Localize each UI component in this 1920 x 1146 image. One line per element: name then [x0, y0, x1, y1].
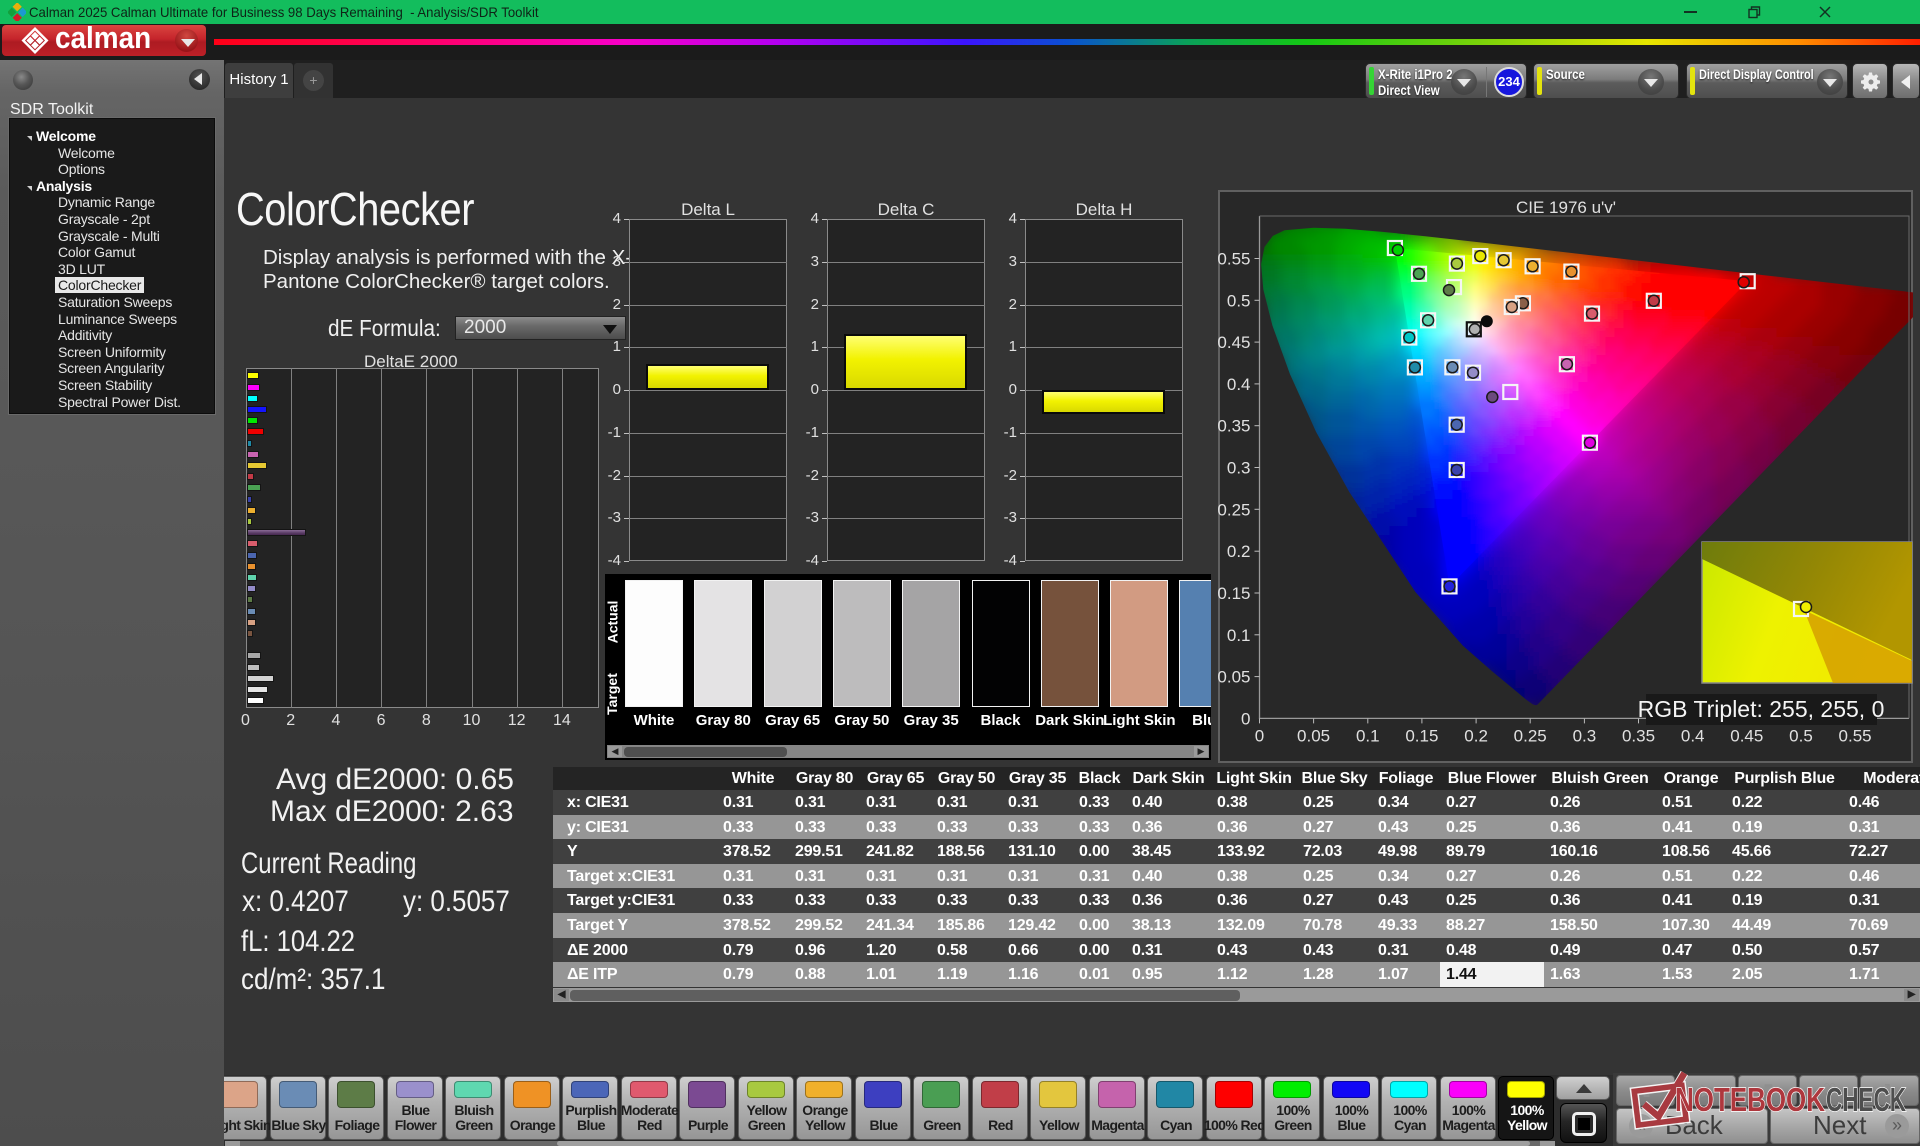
svg-text:0.55: 0.55	[1839, 726, 1872, 745]
svg-text:0: 0	[1255, 726, 1264, 745]
svg-text:0.05: 0.05	[1218, 668, 1251, 687]
svg-text:0.3: 0.3	[1573, 726, 1597, 745]
svg-text:0.35: 0.35	[1218, 417, 1251, 436]
svg-text:NOTEBOOK: NOTEBOOK	[1675, 1081, 1825, 1118]
svg-text:0.15: 0.15	[1405, 726, 1438, 745]
svg-text:0.5: 0.5	[1789, 726, 1813, 745]
svg-text:0.2: 0.2	[1227, 542, 1251, 561]
svg-text:0.35: 0.35	[1622, 726, 1655, 745]
svg-text:0.3: 0.3	[1227, 459, 1251, 478]
svg-text:0.5: 0.5	[1227, 291, 1251, 310]
svg-text:0.4: 0.4	[1681, 726, 1705, 745]
svg-text:0.55: 0.55	[1218, 250, 1251, 269]
svg-text:0.1: 0.1	[1227, 626, 1251, 645]
svg-text:0.45: 0.45	[1730, 726, 1763, 745]
svg-text:0.05: 0.05	[1297, 726, 1330, 745]
svg-text:0.4: 0.4	[1227, 375, 1251, 394]
svg-text:0.1: 0.1	[1356, 726, 1380, 745]
svg-text:CIE 1976 u'v': CIE 1976 u'v'	[1516, 198, 1616, 217]
svg-text:0.15: 0.15	[1218, 584, 1251, 603]
svg-text:RGB Triplet: 255, 255, 0: RGB Triplet: 255, 255, 0	[1638, 696, 1885, 722]
svg-text:0.2: 0.2	[1464, 726, 1488, 745]
svg-text:0.25: 0.25	[1514, 726, 1547, 745]
svg-text:CHECK: CHECK	[1826, 1081, 1906, 1118]
svg-text:0.25: 0.25	[1218, 500, 1251, 519]
svg-text:0.45: 0.45	[1218, 333, 1251, 352]
svg-text:0: 0	[1241, 709, 1250, 728]
